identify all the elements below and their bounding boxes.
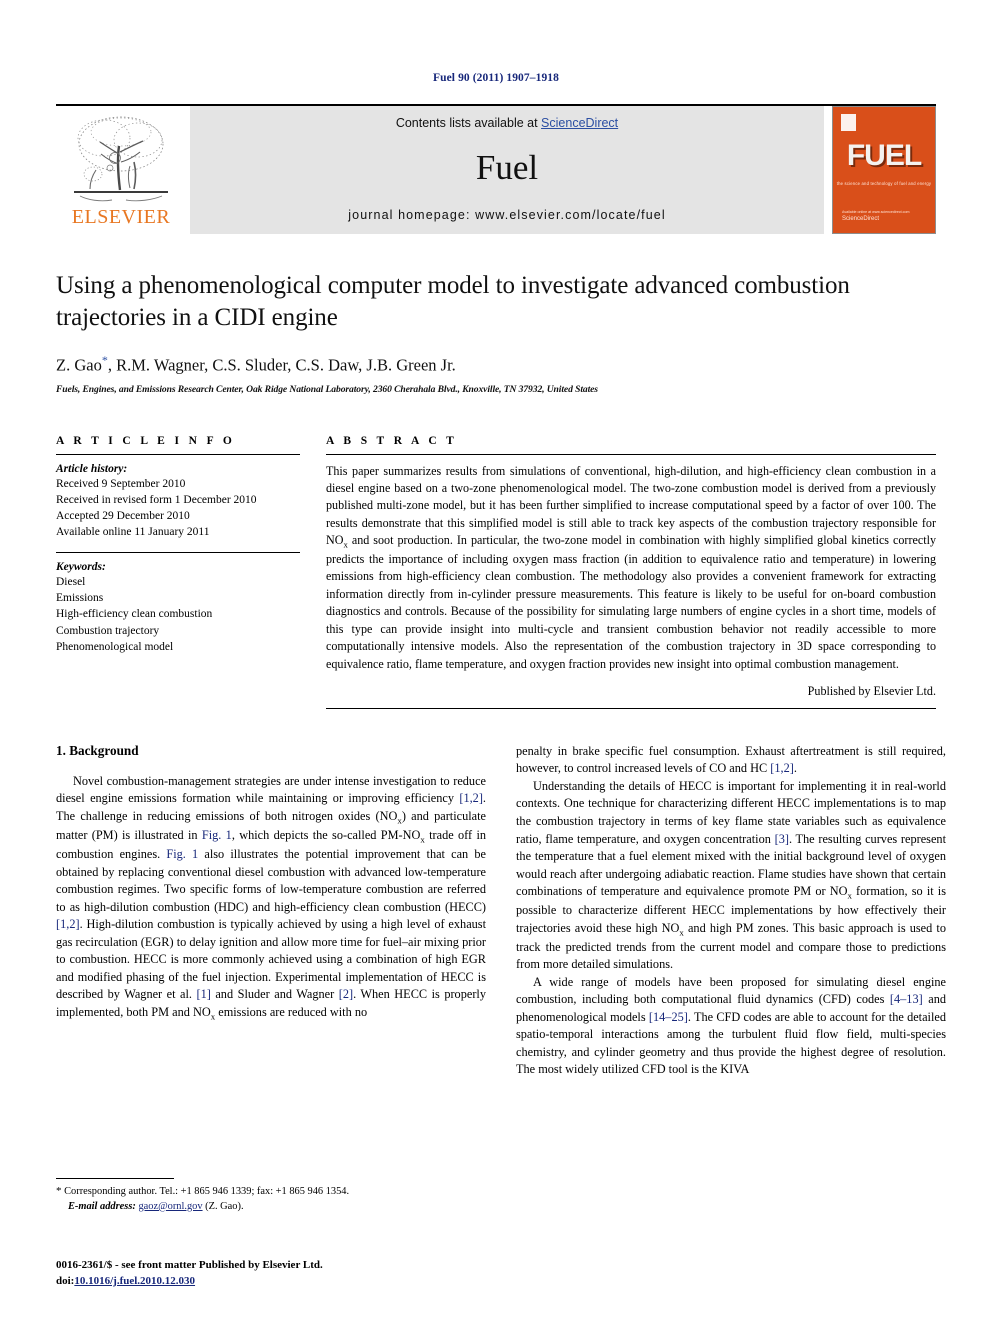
footnote-email-line: E-mail address: gaoz@ornl.gov (Z. Gao).	[56, 1200, 486, 1215]
elsevier-tree-icon	[74, 116, 168, 202]
cover-footer-line2: ScienceDirect	[842, 216, 880, 222]
article-history-item: Received 9 September 2010	[56, 477, 186, 490]
running-head: Fuel 90 (2011) 1907–1918	[432, 72, 560, 84]
author-first: Z. Gao	[56, 355, 102, 375]
cover-subtitle: the science and technology of fuel and e…	[836, 181, 932, 186]
keywords-rule	[56, 551, 300, 553]
abstract-text: This paper summarizes results from simul…	[326, 463, 936, 671]
abstract-publisher: Published by Elsevier Ltd.	[807, 683, 936, 698]
section-heading-background: 1. Background	[56, 742, 139, 758]
colophon: 0016-2361/$ - see front matter Published…	[56, 1258, 323, 1290]
abstract-column: A B S T R A C T This paper summarizes re…	[326, 435, 936, 709]
doi-link[interactable]: 10.1016/j.fuel.2010.12.030	[74, 1275, 195, 1287]
author-affiliation: Fuels, Engines, and Emissions Research C…	[56, 383, 598, 395]
journal-title: Fuel	[475, 147, 539, 187]
keyword-item: Combustion trajectory	[56, 624, 160, 637]
sciencedirect-link[interactable]: ScienceDirect	[541, 116, 618, 130]
abstract-heading: A B S T R A C T	[326, 434, 458, 447]
keyword-item: Phenomenological model	[56, 641, 174, 654]
contents-available-line: Contents lists available at ScienceDirec…	[396, 116, 618, 130]
article-info-column: A R T I C L E I N F O Article history: R…	[56, 435, 300, 709]
body-column-right: penalty in brake specific fuel consumpti…	[516, 743, 946, 1079]
elsevier-logo: ELSEVIER	[56, 106, 186, 234]
body-paragraph: penalty in brake specific fuel consumpti…	[516, 743, 946, 776]
cover-title: FUEL	[846, 139, 922, 172]
footnote-corresponding-text: Corresponding author. Tel.: +1 865 946 1…	[64, 1186, 350, 1197]
title-block: Using a phenomenological computer model …	[56, 270, 936, 395]
footnote-email-label: E-mail address:	[68, 1200, 136, 1212]
footnote-corresponding-line: * Corresponding author. Tel.: +1 865 946…	[56, 1184, 486, 1200]
journal-article-page: Fuel 90 (2011) 1907–1918 ELSEVIER Conten…	[0, 0, 992, 1323]
article-history-item: Accepted 29 December 2010	[56, 510, 190, 523]
cover-elsevier-mark-icon	[841, 114, 856, 131]
body-paragraph: Novel combustion-management strategies a…	[56, 773, 487, 1022]
article-history-item: Received in revised form 1 December 2010	[56, 493, 257, 506]
body-paragraph: Understanding the details of HECC is imp…	[516, 778, 946, 972]
keyword-item: Emissions	[56, 592, 104, 605]
journal-homepage[interactable]: journal homepage: www.elsevier.com/locat…	[348, 208, 665, 222]
contents-prefix: Contents lists available at	[395, 116, 542, 130]
article-history-label: Article history:	[56, 462, 128, 475]
article-info-heading: A R T I C L E I N F O	[56, 434, 236, 447]
footnote-email-link[interactable]: gaoz@ornl.gov	[138, 1201, 202, 1212]
journal-band: Contents lists available at ScienceDirec…	[190, 106, 824, 234]
article-title: Using a phenomenological computer model …	[56, 272, 850, 331]
footnote-email-owner: (Z. Gao).	[205, 1200, 244, 1212]
elsevier-wordmark: ELSEVIER	[71, 206, 171, 228]
abstract-bottom-rule	[326, 707, 936, 709]
article-info-rule	[56, 453, 300, 455]
author-list: Z. Gao*, R.M. Wagner, C.S. Sluder, C.S. …	[56, 353, 936, 376]
keywords-label: Keywords:	[56, 560, 106, 573]
colophon-doi-line: doi:10.1016/j.fuel.2010.12.030	[56, 1274, 323, 1290]
journal-masthead: ELSEVIER Contents lists available at Sci…	[56, 104, 936, 234]
footnote-asterisk-icon: *	[56, 1185, 62, 1197]
corresponding-author-footnote: * Corresponding author. Tel.: +1 865 946…	[56, 1178, 486, 1215]
abstract-rule	[326, 453, 936, 455]
keyword-item: Diesel	[56, 575, 86, 588]
author-rest: , R.M. Wagner, C.S. Sluder, C.S. Daw, J.…	[107, 355, 456, 375]
body-column-left: 1. Background Novel combustion-managemen…	[56, 743, 486, 1079]
article-history-item: Available online 11 January 2011	[56, 526, 210, 539]
footnote-rule	[56, 1178, 174, 1179]
body-columns: 1. Background Novel combustion-managemen…	[56, 743, 946, 1079]
journal-cover-thumbnail: FUEL the science and technology of fuel …	[832, 106, 936, 234]
cover-footer: Available online at www.sciencedirect.co…	[842, 210, 909, 224]
keyword-item: High-efficiency clean combustion	[56, 608, 213, 621]
info-abstract-region: A R T I C L E I N F O Article history: R…	[56, 435, 936, 709]
body-paragraph: A wide range of models have been propose…	[516, 974, 946, 1077]
doi-label: doi:	[56, 1274, 75, 1287]
colophon-issn-line: 0016-2361/$ - see front matter Published…	[56, 1259, 323, 1271]
